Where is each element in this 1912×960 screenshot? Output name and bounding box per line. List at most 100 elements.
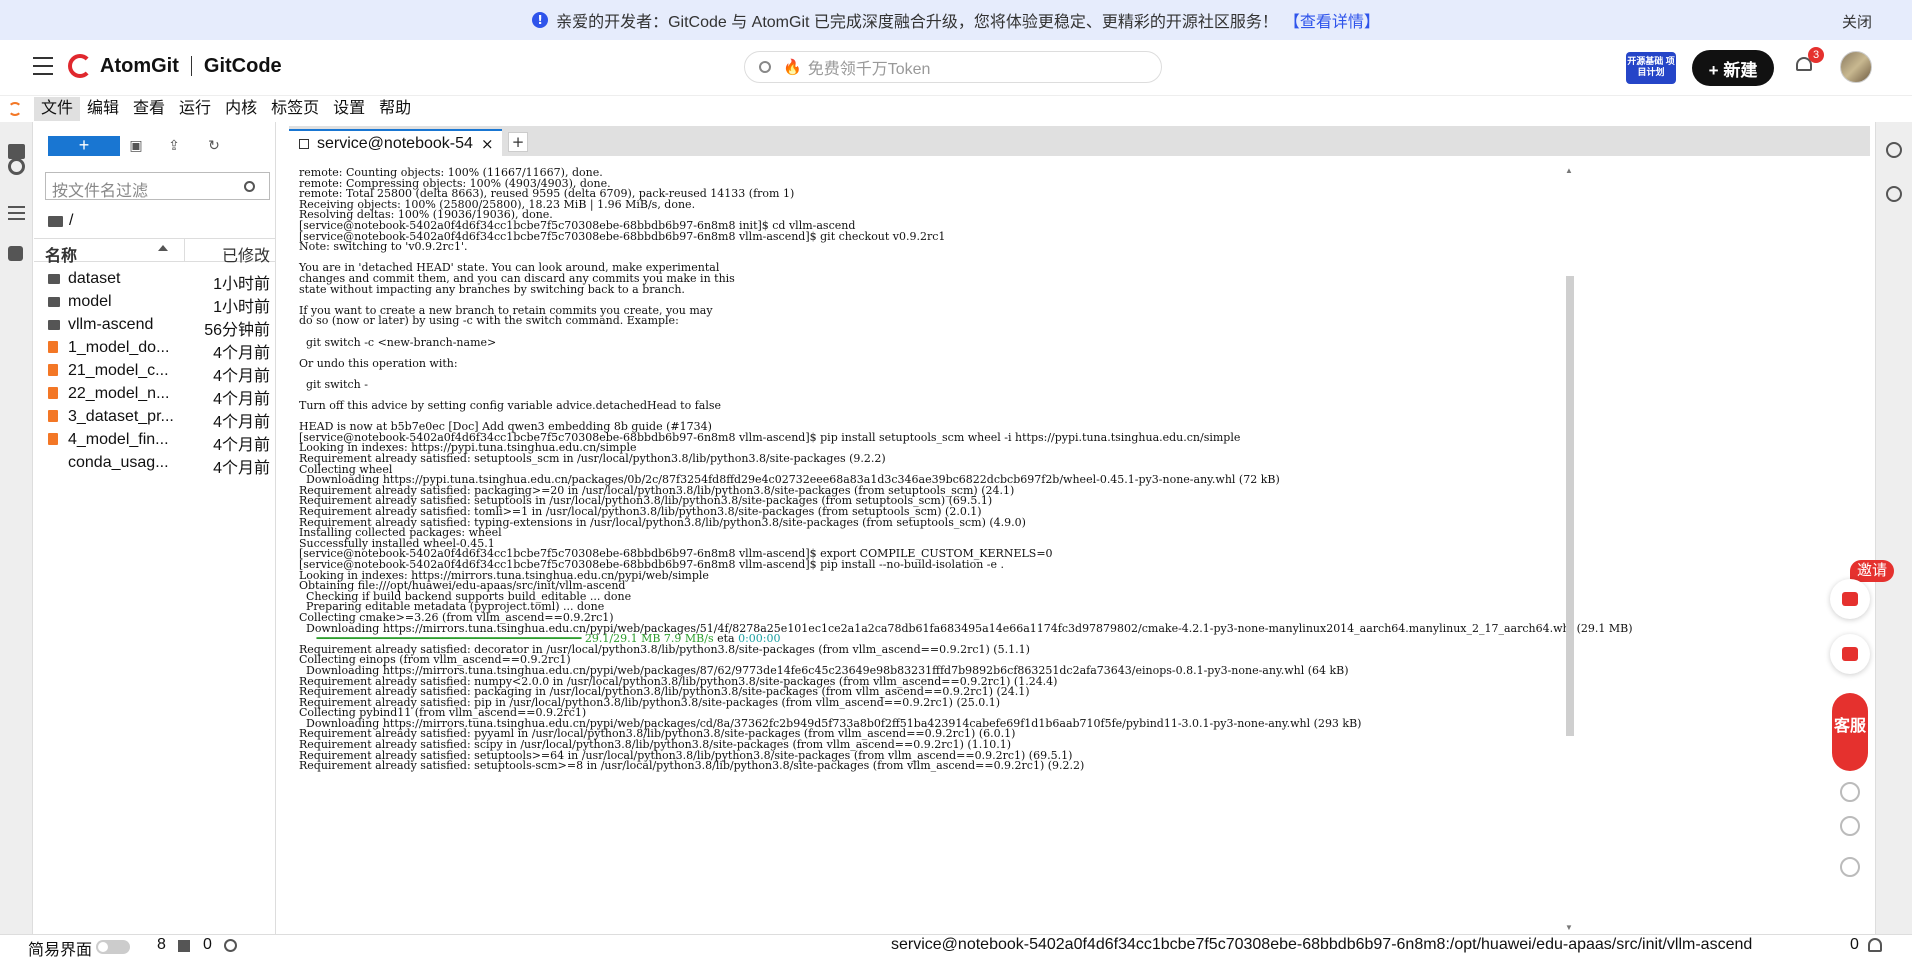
filter-placeholder: 按文件名过滤 (52, 183, 149, 200)
notebook-icon (48, 341, 58, 353)
customer-service-button[interactable]: 客服 (1832, 693, 1868, 771)
menu-view[interactable]: 查看 (126, 97, 172, 121)
trophy-icon (1842, 647, 1858, 661)
simple-mode-toggle[interactable] (96, 940, 130, 954)
file-name: model (68, 293, 112, 310)
add-tab-button[interactable]: + (508, 132, 528, 152)
menu-help[interactable]: 帮助 (372, 97, 418, 121)
trophy-float-button[interactable] (1830, 634, 1870, 674)
simple-mode-label: 简易界面 (28, 942, 93, 959)
left-activity-bar (0, 122, 33, 934)
banner-close-button[interactable]: 关闭 (1842, 11, 1872, 32)
file-modified: 4个月前 (213, 460, 270, 477)
promo-badge[interactable]: 开源基础 项目计划 (1626, 52, 1676, 84)
refresh-icon[interactable]: ↻ (206, 138, 222, 154)
file-browser-icon[interactable] (8, 144, 25, 159)
file-filter-input[interactable]: 按文件名过滤 (45, 172, 270, 200)
file-list-header: 名称 已修改 (34, 238, 276, 265)
atomgit-logo-icon (68, 54, 92, 78)
terminal-count[interactable]: 8 (157, 936, 166, 954)
notebook-icon (48, 410, 58, 422)
notification-count-badge: 3 (1808, 47, 1824, 63)
brand-gitcode: GitCode (203, 54, 282, 77)
column-divider (184, 239, 185, 261)
file-row[interactable]: vllm-ascend 56分钟前 (34, 314, 276, 339)
search-placeholder: 免费领千万Token (807, 61, 931, 78)
breadcrumb[interactable]: / (48, 212, 73, 230)
folder-icon (48, 215, 63, 227)
notification-icon[interactable] (1868, 938, 1882, 952)
search-icon (759, 61, 771, 73)
file-name: 4_model_fin... (68, 431, 169, 448)
terminal-lines-bottom: Requirement already satisfied: decorator… (299, 642, 1362, 773)
menu-run[interactable]: 运行 (172, 97, 218, 121)
file-browser-toolbar: + ▣ ⇪ ↻ (48, 136, 278, 156)
upload-icon[interactable]: ⇪ (166, 138, 182, 154)
running-sessions-icon[interactable] (8, 158, 25, 175)
menu-file[interactable]: 文件 (34, 97, 81, 121)
file-row[interactable]: conda_usag... 4个月前 (34, 452, 276, 477)
invite-badge[interactable]: 邀请 (1850, 560, 1894, 582)
file-name: vllm-ascend (68, 316, 154, 333)
tab-close-icon[interactable]: × (481, 135, 494, 153)
scrollbar-thumb[interactable] (1566, 276, 1574, 736)
info-icon: ! (532, 12, 549, 28)
kernel-count[interactable]: 0 (203, 936, 212, 954)
pdf-icon (48, 457, 60, 467)
file-row[interactable]: 1_model_do... 4个月前 (34, 337, 276, 362)
extensions-icon[interactable] (8, 246, 23, 261)
brand-logo[interactable]: AtomGit GitCode (68, 54, 282, 78)
scroll-up-icon[interactable]: ▲ (1565, 166, 1573, 175)
banner-details-link[interactable]: 【查看详情】 (1284, 8, 1380, 32)
notification-count[interactable]: 0 (1850, 936, 1859, 954)
user-avatar[interactable] (1840, 51, 1872, 83)
jupyter-menubar: 文件 编辑 查看 运行 内核 标签页 设置 帮助 (0, 97, 1912, 121)
breadcrumb-root[interactable]: / (69, 212, 73, 230)
share-icon[interactable] (1840, 857, 1860, 877)
jupyter-logo-icon (8, 102, 22, 116)
file-browser-panel: + ▣ ⇪ ↻ 按文件名过滤 / 名称 已修改 dataset 1小时前 model… (34, 122, 276, 934)
notification-bell-icon[interactable]: 3 (1796, 47, 1824, 77)
file-name: 1_model_do... (68, 339, 170, 356)
new-folder-icon[interactable]: ▣ (128, 138, 144, 154)
global-search-input[interactable]: 🔥 免费领千万Token (744, 51, 1162, 83)
right-activity-bar (1875, 122, 1912, 934)
search-icon (244, 181, 255, 192)
terminal-scrollbar[interactable]: ▲ ▼ (1565, 166, 1575, 932)
debugger-icon[interactable] (1886, 186, 1902, 202)
column-modified[interactable]: 已修改 (222, 242, 270, 266)
kernel-status-icon (224, 939, 237, 952)
property-inspector-icon[interactable] (1886, 142, 1902, 158)
file-name: 22_model_n... (68, 385, 170, 402)
menu-settings[interactable]: 设置 (326, 97, 372, 121)
new-launcher-button[interactable]: + (48, 136, 120, 156)
column-name[interactable]: 名称 (45, 242, 77, 266)
new-button[interactable]: + 新建 (1692, 50, 1774, 86)
menu-edit[interactable]: 编辑 (80, 97, 126, 121)
gift-float-button[interactable] (1830, 579, 1870, 619)
folder-icon (48, 274, 60, 284)
menu-kernel[interactable]: 内核 (218, 97, 264, 121)
top-navigation: AtomGit GitCode 🔥 免费领千万Token 开源基础 项目计划 +… (0, 40, 1912, 96)
brand-separator (190, 56, 192, 76)
table-of-contents-icon[interactable] (8, 206, 25, 221)
file-row[interactable]: dataset 1小时前 (34, 268, 276, 293)
terminal-status-icon (178, 940, 190, 952)
file-name: dataset (68, 270, 121, 287)
history-icon[interactable] (1840, 782, 1860, 802)
tab-terminal[interactable]: service@notebook-5402a0f4d6f34cc1bcbe7f5… (289, 129, 502, 157)
file-row[interactable]: 4_model_fin... 4个月前 (34, 429, 276, 454)
file-row[interactable]: 22_model_n... 4个月前 (34, 383, 276, 408)
terminal-output[interactable]: remote: Counting objects: 100% (11667/11… (289, 162, 1857, 932)
file-row[interactable]: 3_dataset_pr... 4个月前 (34, 406, 276, 431)
folder-icon (48, 320, 60, 330)
file-row[interactable]: 21_model_c... 4个月前 (34, 360, 276, 385)
menu-icon[interactable] (33, 57, 53, 75)
scroll-down-icon[interactable]: ▼ (1565, 923, 1573, 932)
terminal-lines-top: remote: Counting objects: 100% (11667/11… (299, 166, 1633, 635)
menu-tabs[interactable]: 标签页 (264, 97, 326, 121)
file-row[interactable]: model 1小时前 (34, 291, 276, 316)
feedback-icon[interactable] (1840, 816, 1860, 836)
tab-bar: service@notebook-5402a0f4d6f34cc1bcbe7f5… (289, 126, 1870, 157)
sort-ascending-icon[interactable] (158, 245, 168, 251)
